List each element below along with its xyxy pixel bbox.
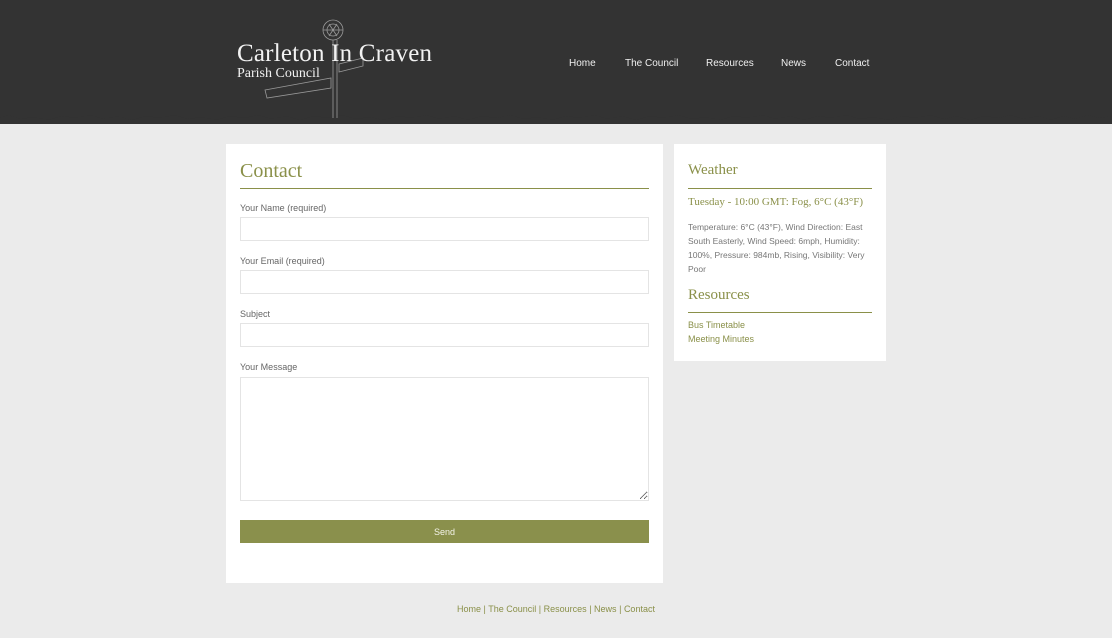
weather-divider (688, 188, 872, 189)
footer-link-contact[interactable]: Contact (624, 604, 655, 614)
footer-link-resources[interactable]: Resources (544, 604, 587, 614)
resource-link-meeting-minutes[interactable]: Meeting Minutes (688, 334, 754, 344)
nav-item-the-council[interactable]: The Council (625, 58, 678, 69)
resource-link-bus-timetable[interactable]: Bus Timetable (688, 320, 745, 330)
email-label: Your Email (required) (240, 256, 325, 266)
footer-separator: | (589, 604, 592, 614)
page-title: Contact (240, 160, 303, 182)
send-button[interactable]: Send (240, 520, 649, 543)
resources-heading: Resources (688, 287, 750, 303)
message-textarea[interactable] (240, 377, 649, 501)
main-nav: Home The Council Resources News Contact (0, 58, 1112, 72)
name-input[interactable] (240, 217, 649, 241)
footer-separator: | (619, 604, 622, 614)
footer-separator: | (538, 604, 542, 614)
sidebar-panel: Weather Tuesday - 10:00 GMT: Fog, 6°C (4… (674, 144, 886, 361)
weather-summary: Tuesday - 10:00 GMT: Fog, 6°C (43°F) (688, 196, 863, 208)
nav-item-news[interactable]: News (781, 58, 806, 69)
message-label: Your Message (240, 362, 298, 372)
email-input[interactable] (240, 270, 649, 294)
footer-link-the-council[interactable]: The Council (488, 604, 536, 614)
subject-label: Subject (240, 309, 271, 319)
footer-separator: | (483, 604, 486, 614)
contact-panel: Contact Your Name (required) Your Email … (226, 144, 663, 583)
torn-paper-edge (0, 104, 1112, 120)
footer-nav: Home | The Council | Resources | News | … (0, 604, 1112, 614)
weather-heading: Weather (688, 162, 738, 178)
nav-item-resources[interactable]: Resources (706, 58, 754, 69)
site-logo[interactable]: Carleton In Craven Parish Council (237, 19, 457, 120)
nav-item-home[interactable]: Home (569, 58, 596, 69)
footer-link-news[interactable]: News (594, 604, 617, 614)
footer-link-home[interactable]: Home (457, 604, 481, 614)
weather-details: Temperature: 6°C (43°F), Wind Direction:… (688, 222, 865, 274)
resources-divider (688, 312, 872, 313)
subject-input[interactable] (240, 323, 649, 347)
nav-item-contact[interactable]: Contact (835, 58, 869, 69)
name-label: Your Name (required) (240, 203, 327, 213)
title-divider (240, 188, 649, 189)
